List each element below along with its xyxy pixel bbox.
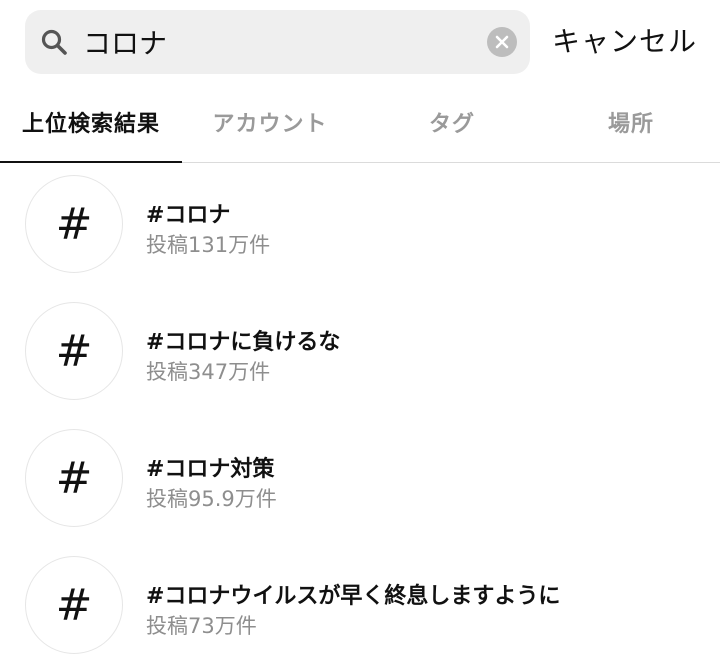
result-post-count: 投稿131万件 (146, 233, 271, 257)
result-post-count: 投稿347万件 (146, 360, 271, 384)
tab-accounts[interactable]: アカウント (182, 100, 358, 160)
search-icon (41, 29, 67, 55)
list-item[interactable]: # #コロナ対策 投稿95.9万件 (0, 417, 720, 544)
tab-top-results[interactable]: 上位検索結果 (0, 100, 182, 160)
tab-tags[interactable]: タグ (362, 100, 542, 160)
tab-places[interactable]: 場所 (542, 100, 720, 160)
result-title: #コロナ (146, 203, 231, 228)
list-item[interactable]: # #コロナウイルスが早く終息しますように 投稿73万件 (0, 544, 720, 671)
hashtag-icon: # (25, 175, 123, 273)
hashtag-icon: # (25, 429, 123, 527)
result-title: #コロナ対策 (146, 457, 275, 482)
search-box[interactable] (25, 10, 530, 74)
result-title: #コロナウイルスが早く終息しますように (146, 584, 561, 609)
list-item[interactable]: # #コロナに負けるな 投稿347万件 (0, 290, 720, 417)
search-tabs: 上位検索結果 アカウント タグ 場所 (0, 100, 720, 163)
hashtag-icon: # (25, 302, 123, 400)
result-post-count: 投稿73万件 (146, 614, 257, 638)
result-post-count: 投稿95.9万件 (146, 487, 277, 511)
close-icon (495, 35, 509, 49)
search-input[interactable] (83, 20, 483, 64)
cancel-button[interactable]: キャンセル (552, 20, 697, 64)
search-header: キャンセル (0, 0, 720, 90)
result-title: #コロナに負けるな (146, 330, 341, 355)
clear-search-button[interactable] (487, 27, 517, 57)
list-item[interactable]: # #コロナ 投稿131万件 (0, 163, 720, 290)
hashtag-icon: # (25, 556, 123, 654)
